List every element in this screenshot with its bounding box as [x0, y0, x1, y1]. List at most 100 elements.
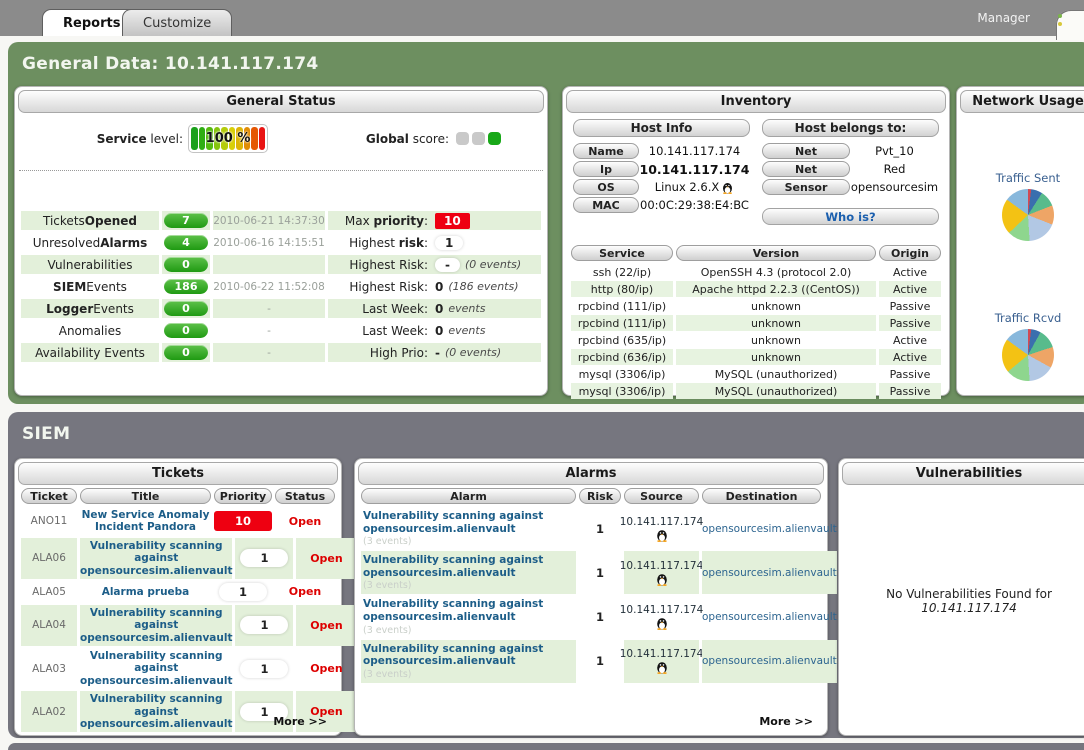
ticket-title-link[interactable]: Vulnerability scanning against opensourc…: [80, 538, 232, 579]
host-info-field-button[interactable]: Ip: [573, 161, 639, 177]
ticket-status-link[interactable]: Open: [275, 581, 335, 603]
status-row: Anomalies 0 - Last Week: 0 events: [21, 321, 541, 340]
host-info-value: 00:0C:29:38:E4:BC: [639, 198, 750, 212]
host-info-row: Name 10.141.117.174: [573, 143, 750, 159]
host-info-field-button[interactable]: OS: [573, 179, 639, 195]
status-row: Availability Events 0 - High Prio: - (0 …: [21, 343, 541, 362]
alarm-name-link[interactable]: Vulnerability scanning against opensourc…: [363, 554, 574, 579]
alarm-source-link[interactable]: 10.141.117.174: [624, 551, 699, 594]
service-name: mysql (3306/ip): [571, 383, 673, 399]
host-info-row: Ip 10.141.117.174: [573, 161, 750, 177]
status-row: Logger Events 0 - Last Week: 0 events: [21, 299, 541, 318]
alarms-col-source: Source: [624, 488, 699, 504]
alarms-more-link[interactable]: More >>: [759, 715, 813, 728]
traffic-sent-label: Traffic Sent: [957, 171, 1084, 185]
ticket-status-link[interactable]: Open: [296, 538, 356, 579]
partial-right-tab[interactable]: [1056, 10, 1084, 40]
alarm-event-count: (3 events): [363, 536, 574, 547]
status-row: Tickets Opened 7 2010-06-21 14:37:30 Max…: [21, 211, 541, 230]
host-info-subheader: Host Info: [573, 119, 750, 137]
status-right-cell: Max priority: 10: [328, 211, 541, 230]
service-version: unknown: [676, 349, 876, 365]
status-events-suffix: (0 events): [465, 258, 521, 271]
count-badge: 7: [164, 213, 208, 228]
tickets-col-priority: Priority: [214, 488, 272, 504]
alarm-destination-link[interactable]: opensourcesim.alienvault: [702, 595, 837, 638]
host-belongs-field-button[interactable]: Sensor: [762, 179, 850, 195]
alarm-destination-link[interactable]: opensourcesim.alienvault: [702, 640, 837, 683]
tickets-col-title: Title: [80, 488, 211, 504]
top-navigation-bar: Reports Customize Manager: [0, 0, 1084, 36]
service-version: Apache httpd 2.2.3 ((CentOS)): [676, 281, 876, 297]
alarm-source-link[interactable]: 10.141.117.174: [624, 507, 699, 550]
service-origin: Active: [879, 349, 941, 365]
host-belongs-value: Red: [850, 162, 939, 176]
status-events-suffix: events: [448, 302, 485, 315]
status-right-label: Highest risk:: [328, 236, 428, 250]
alarm-source-link[interactable]: 10.141.117.174: [624, 595, 699, 638]
service-origin: Passive: [879, 315, 941, 331]
ticket-priority-cell: 1: [235, 648, 293, 689]
status-count-cell: 0: [162, 299, 210, 318]
status-right-value: -: [435, 258, 460, 272]
service-row: rpcbind (636/ip) unknown Active: [571, 349, 941, 365]
host-info-field-button[interactable]: Name: [573, 143, 639, 159]
status-right-value: -: [435, 346, 440, 360]
status-count-cell: 186: [162, 277, 210, 296]
services-col-version: Version: [676, 245, 876, 261]
status-date: 2010-06-21 14:37:30: [213, 211, 325, 230]
status-date: -: [213, 321, 325, 340]
ticket-status-link[interactable]: Open: [296, 648, 356, 689]
alarm-name-link[interactable]: Vulnerability scanning against opensourc…: [363, 510, 574, 535]
alarms-header: Alarms: [358, 462, 824, 485]
alarm-source-link[interactable]: 10.141.117.174: [624, 640, 699, 683]
ticket-status-link[interactable]: Open: [275, 507, 335, 536]
ticket-row: ANO11 New Service Anomaly Incident Pando…: [21, 507, 335, 536]
alarm-event-count: (3 events): [363, 580, 574, 591]
alarm-destination-link[interactable]: opensourcesim.alienvault: [702, 507, 837, 550]
host-belongs-field-button[interactable]: Net: [762, 143, 850, 159]
ticket-status-link[interactable]: Open: [296, 605, 356, 646]
service-name: rpcbind (635/ip): [571, 332, 673, 348]
status-right-value: 1: [435, 236, 463, 250]
status-count-cell: 4: [162, 233, 210, 252]
alarm-name-link[interactable]: Vulnerability scanning against opensourc…: [363, 643, 574, 668]
status-date: 2010-06-16 14:15:51: [213, 233, 325, 252]
count-badge: 0: [164, 323, 208, 338]
ticket-priority-cell: 1: [214, 581, 272, 603]
alarm-destination-link[interactable]: opensourcesim.alienvault: [702, 551, 837, 594]
ticket-title-link[interactable]: Vulnerability scanning against opensourc…: [80, 691, 232, 732]
ticket-id: ANO11: [21, 507, 77, 536]
siem-section: SIEM Tickets Ticket Title Priority Statu…: [8, 412, 1084, 738]
ticket-row: ALA06 Vulnerability scanning against ope…: [21, 538, 335, 579]
ticket-row: ALA04 Vulnerability scanning against ope…: [21, 605, 335, 646]
status-count-cell: 0: [162, 255, 210, 274]
alarm-event-count: (3 events): [363, 625, 574, 636]
ticket-id: ALA06: [21, 538, 77, 579]
status-date: -: [213, 299, 325, 318]
ticket-id: ALA04: [21, 605, 77, 646]
status-row-label: Unresolved Alarms: [21, 233, 159, 252]
ticket-title-link[interactable]: Alarma prueba: [80, 581, 211, 603]
service-row: mysql (3306/ip) MySQL (unauthorized) Pas…: [571, 366, 941, 382]
status-date: [213, 255, 325, 274]
service-row: mysql (3306/ip) MySQL (unauthorized) Pas…: [571, 383, 941, 399]
status-count-cell: 0: [162, 321, 210, 340]
whois-button[interactable]: Who is?: [762, 208, 939, 225]
tab-customize[interactable]: Customize: [122, 9, 232, 36]
ticket-title-link[interactable]: New Service Anomaly Incident Pandora: [80, 507, 211, 536]
ticket-title-link[interactable]: Vulnerability scanning against opensourc…: [80, 605, 232, 646]
status-row-label: Vulnerabilities: [21, 255, 159, 274]
status-events-suffix: events: [448, 324, 485, 337]
status-right-value: 0: [435, 324, 443, 338]
status-right-cell: Last Week: 0 events: [328, 299, 541, 318]
ticket-priority-badge: 1: [240, 549, 288, 567]
status-right-cell: Highest Risk: 0 (186 events): [328, 277, 541, 296]
host-info-field-button[interactable]: MAC: [573, 197, 639, 213]
status-row: Unresolved Alarms 4 2010-06-16 14:15:51 …: [21, 233, 541, 252]
alarm-name-link[interactable]: Vulnerability scanning against opensourc…: [363, 598, 574, 623]
ticket-title-link[interactable]: Vulnerability scanning against opensourc…: [80, 648, 232, 689]
host-belongs-field-button[interactable]: Net: [762, 161, 850, 177]
traffic-rcvd-pie-chart: [1002, 329, 1054, 381]
tickets-more-link[interactable]: More >>: [273, 715, 327, 728]
